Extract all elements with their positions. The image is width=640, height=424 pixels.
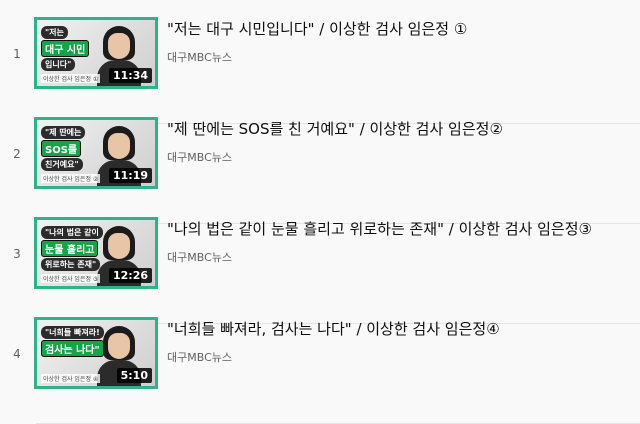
thumbnail-text-line1: "나의 법은 같이 [41, 226, 103, 239]
thumbnail-text-line1: "저는 [41, 26, 68, 39]
video-meta: "제 딴에는 SOS를 친 거예요" / 이상한 검사 임은정② 대구MBC뉴스 [167, 119, 503, 165]
thumbnail-text-line2: 검사는 나다" [41, 340, 104, 357]
channel-name[interactable]: 대구MBC뉴스 [167, 249, 592, 265]
playlist-list: 1 "저는 대구 시민 입니다" 이상한 검사 임은정 ① 11:34 "저는 … [0, 0, 640, 424]
playlist-item[interactable]: 2 "제 딴에는 SOS를 친거예요" 이상한 검사 임은정 ② 11:19 "… [0, 117, 640, 224]
video-title[interactable]: "저는 대구 시민입니다" / 이상한 검사 임은정 ① [167, 19, 467, 39]
video-thumbnail[interactable]: "너희들 빠져라! 검사는 나다" 이상한 검사 임은정 ④ 5:10 [34, 317, 158, 389]
thumbnail-text-line2: SOS를 [41, 140, 82, 157]
playlist-item[interactable]: 1 "저는 대구 시민 입니다" 이상한 검사 임은정 ① 11:34 "저는 … [0, 17, 640, 124]
video-title[interactable]: "너희들 빠져라, 검사는 나다" / 이상한 검사 임은정④ [167, 319, 500, 339]
video-title[interactable]: "제 딴에는 SOS를 친 거예요" / 이상한 검사 임은정② [167, 119, 503, 139]
playlist-item[interactable]: 3 "나의 법은 같이 눈물 흘리고 위로하는 존재" 이상한 검사 임은정 ③… [0, 217, 640, 324]
thumbnail-text-overlay: "저는 대구 시민 입니다" [41, 26, 99, 71]
item-index: 3 [13, 247, 21, 261]
thumbnail-caption: 이상한 검사 임은정 ④ [41, 374, 101, 383]
video-thumbnail[interactable]: "제 딴에는 SOS를 친거예요" 이상한 검사 임은정 ② 11:19 [34, 117, 158, 189]
item-index: 4 [13, 347, 21, 361]
channel-name[interactable]: 대구MBC뉴스 [167, 49, 467, 65]
thumbnail-text-overlay: "제 딴에는 SOS를 친거예요" [41, 126, 99, 171]
video-meta: "너희들 빠져라, 검사는 나다" / 이상한 검사 임은정④ 대구MBC뉴스 [167, 319, 500, 365]
thumbnail-text-line3: 친거예요" [41, 158, 83, 171]
video-duration: 11:34 [108, 68, 152, 83]
thumbnail-text-line3: 입니다" [41, 58, 76, 71]
video-meta: "저는 대구 시민입니다" / 이상한 검사 임은정 ① 대구MBC뉴스 [167, 19, 467, 65]
video-thumbnail[interactable]: "나의 법은 같이 눈물 흘리고 위로하는 존재" 이상한 검사 임은정 ③ 1… [34, 217, 158, 289]
item-index: 2 [13, 147, 21, 161]
thumbnail-caption: 이상한 검사 임은정 ③ [41, 274, 101, 283]
video-thumbnail[interactable]: "저는 대구 시민 입니다" 이상한 검사 임은정 ① 11:34 [34, 17, 158, 89]
thumbnail-text-line1: "제 딴에는 [41, 126, 86, 139]
thumbnail-caption: 이상한 검사 임은정 ② [41, 174, 101, 183]
thumbnail-caption: 이상한 검사 임은정 ① [41, 74, 101, 83]
thumbnail-text-line2: 눈물 흘리고 [41, 240, 99, 257]
thumbnail-text-overlay: "너희들 빠져라! 검사는 나다" [41, 326, 104, 368]
playlist-item[interactable]: 4 "너희들 빠져라! 검사는 나다" 이상한 검사 임은정 ④ 5:10 "너… [0, 317, 640, 424]
video-duration: 11:19 [108, 168, 152, 183]
video-duration: 5:10 [116, 368, 152, 383]
thumbnail-text-line2: 대구 시민 [41, 40, 90, 57]
video-title[interactable]: "나의 법은 같이 눈물 흘리고 위로하는 존재" / 이상한 검사 임은정③ [167, 219, 592, 239]
thumbnail-text-overlay: "나의 법은 같이 눈물 흘리고 위로하는 존재" [41, 226, 103, 271]
video-duration: 12:26 [108, 268, 152, 283]
thumbnail-text-line3: 위로하는 존재" [41, 258, 101, 271]
video-meta: "나의 법은 같이 눈물 흘리고 위로하는 존재" / 이상한 검사 임은정③ … [167, 219, 592, 265]
channel-name[interactable]: 대구MBC뉴스 [167, 349, 500, 365]
item-index: 1 [13, 47, 21, 61]
channel-name[interactable]: 대구MBC뉴스 [167, 149, 503, 165]
thumbnail-text-line1: "너희들 빠져라! [41, 326, 104, 339]
